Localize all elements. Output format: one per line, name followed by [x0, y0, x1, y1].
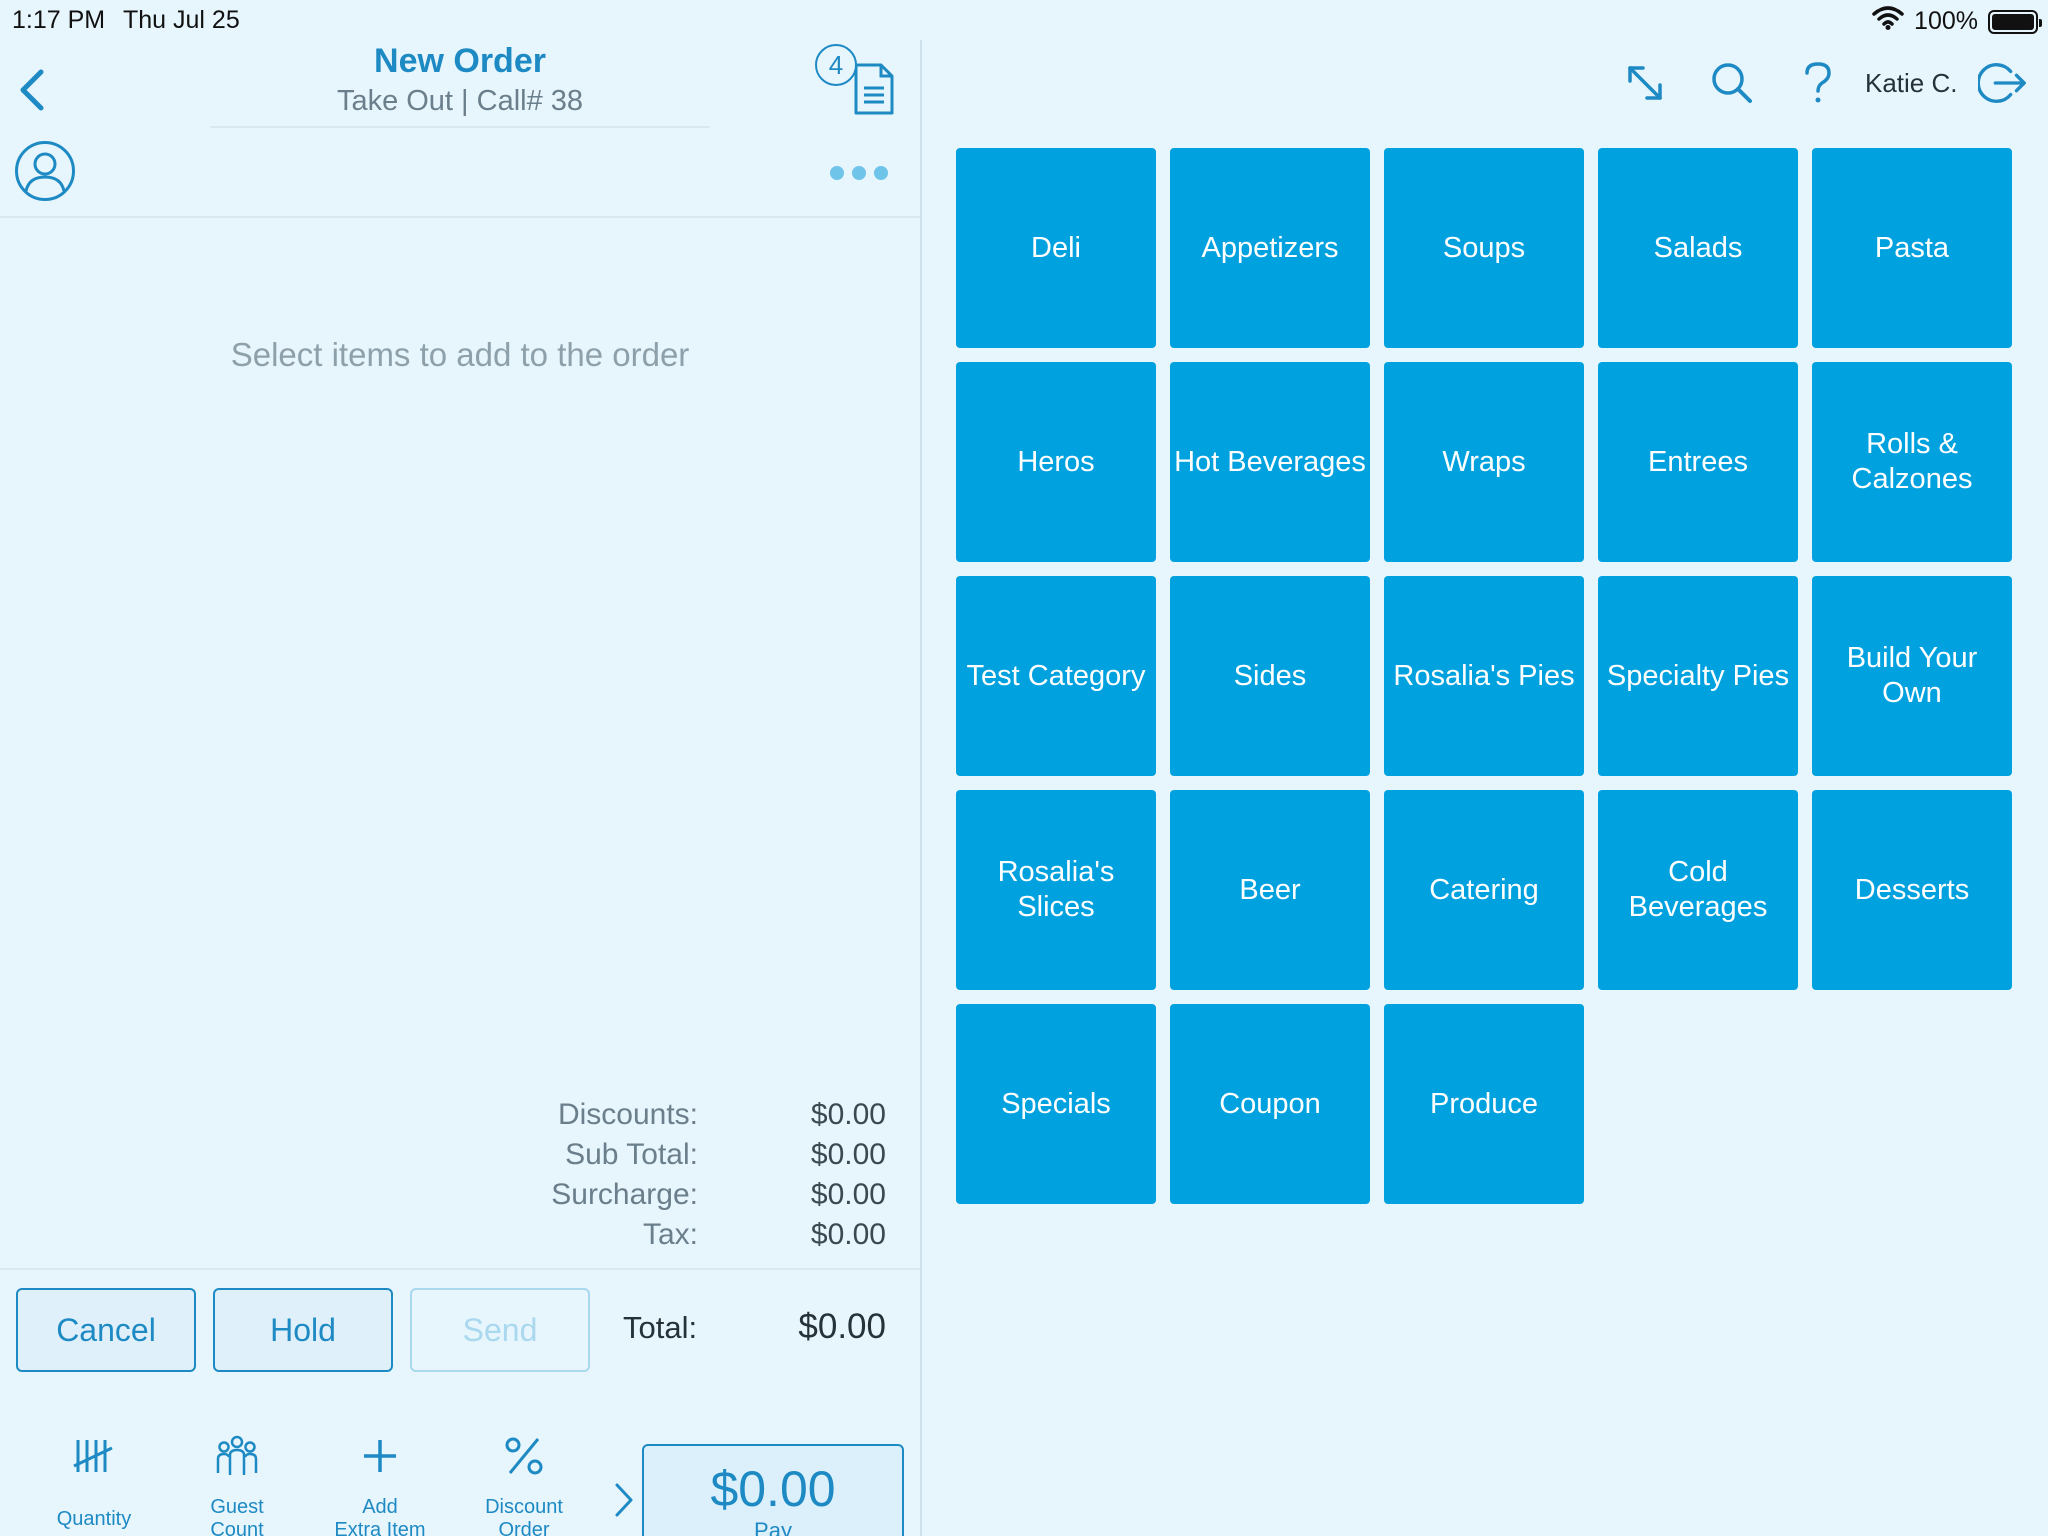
order-header: New Order Take Out | Call# 38: [210, 40, 710, 128]
logout-icon: [1978, 63, 2026, 103]
search-icon: [1712, 63, 1752, 103]
battery-icon: [1988, 9, 2042, 34]
summary-value: $0.00: [810, 1138, 886, 1171]
guest-count-label-1: Guest: [210, 1496, 264, 1518]
help-icon: [1805, 62, 1831, 103]
chevron-right-icon: [615, 1483, 633, 1517]
divider: [0, 1268, 920, 1270]
logout-button[interactable]: [1978, 58, 2028, 108]
add-extra-label-2: Extra Item: [334, 1519, 426, 1536]
summary-discounts: Discounts: $0.00: [0, 1098, 920, 1138]
category-tile-appetizers[interactable]: Appetizers: [1170, 148, 1370, 348]
order-title: New Order: [374, 42, 546, 80]
category-tile-build-your-own[interactable]: Build Your Own: [1812, 576, 2012, 776]
pay-button[interactable]: $0.00 Pay: [642, 1444, 904, 1536]
category-tile-soups[interactable]: Soups: [1384, 148, 1584, 348]
category-tile-catering[interactable]: Catering: [1384, 790, 1584, 990]
hold-button[interactable]: Hold: [213, 1288, 393, 1372]
expand-button[interactable]: [1620, 58, 1670, 108]
order-panel: New Order Take Out | Call# 38 4 Select i…: [0, 40, 922, 1536]
plus-icon: [364, 1440, 396, 1472]
category-tile-cold-beverages[interactable]: Cold Beverages: [1598, 790, 1798, 990]
more-tools-button[interactable]: [612, 1480, 636, 1525]
category-tile-rosalias-pies[interactable]: Rosalia's Pies: [1384, 576, 1584, 776]
category-tile-specials[interactable]: Specials: [956, 1004, 1156, 1204]
open-orders-count: 4: [815, 44, 857, 86]
category-tile-salads[interactable]: Salads: [1598, 148, 1798, 348]
summary-label: Surcharge:: [551, 1178, 698, 1211]
open-orders-button[interactable]: 4: [815, 44, 895, 124]
category-tile-entrees[interactable]: Entrees: [1598, 362, 1798, 562]
category-grid: Deli Appetizers Soups Salads Pasta Heros…: [956, 148, 2014, 1208]
guest-count-button[interactable]: Guest Count: [177, 1416, 297, 1536]
discount-label-2: Order: [498, 1519, 550, 1536]
tally-icon: [73, 1440, 113, 1472]
pay-label: Pay: [754, 1518, 792, 1536]
category-tile-heros[interactable]: Heros: [956, 362, 1156, 562]
status-bar: 1:17 PM Thu Jul 25 100%: [0, 0, 2048, 40]
category-tile-rolls-calzones[interactable]: Rolls & Calzones: [1812, 362, 2012, 562]
summary-label: Tax:: [642, 1218, 698, 1251]
status-date: Thu Jul 25: [123, 6, 240, 34]
category-tile-hot-beverages[interactable]: Hot Beverages: [1170, 362, 1370, 562]
user-name[interactable]: Katie C.: [1865, 68, 1958, 99]
empty-order-message: Select items to add to the order: [230, 336, 690, 373]
back-button[interactable]: [12, 60, 52, 120]
total-label: Total:: [623, 1310, 698, 1345]
chevron-left-icon: [20, 69, 44, 111]
summary-tax: Tax: $0.00: [0, 1218, 920, 1258]
send-button[interactable]: Send: [410, 1288, 590, 1372]
category-tile-pasta[interactable]: Pasta: [1812, 148, 2012, 348]
category-tile-rosalias-slices[interactable]: Rosalia's Slices: [956, 790, 1156, 990]
quantity-label: Quantity: [56, 1508, 132, 1530]
category-tile-test-category[interactable]: Test Category: [956, 576, 1156, 776]
category-tile-sides[interactable]: Sides: [1170, 576, 1370, 776]
summary-value: $0.00: [810, 1178, 886, 1211]
document-icon: [854, 63, 894, 115]
percent-icon: [505, 1437, 543, 1475]
guests-icon: [216, 1435, 258, 1475]
summary-surcharge: Surcharge: $0.00: [0, 1178, 920, 1218]
category-tile-coupon[interactable]: Coupon: [1170, 1004, 1370, 1204]
summary-subtotal: Sub Total: $0.00: [0, 1138, 920, 1178]
expand-icon: [1628, 66, 1662, 100]
category-tile-desserts[interactable]: Desserts: [1812, 790, 2012, 990]
cancel-button[interactable]: Cancel: [16, 1288, 196, 1372]
search-button[interactable]: [1707, 58, 1757, 108]
discount-label-1: Discount: [485, 1496, 563, 1518]
status-right: 100%: [1872, 6, 2042, 37]
category-tile-produce[interactable]: Produce: [1384, 1004, 1584, 1204]
more-dots-icon[interactable]: [830, 158, 900, 188]
battery-percent: 100%: [1914, 7, 1978, 35]
total-value: $0.00: [798, 1307, 886, 1346]
add-extra-item-button[interactable]: Add Extra Item: [320, 1416, 440, 1536]
add-extra-label-1: Add: [362, 1496, 398, 1518]
summary-label: Discounts:: [557, 1098, 698, 1131]
category-tile-beer[interactable]: Beer: [1170, 790, 1370, 990]
category-tile-deli[interactable]: Deli: [956, 148, 1156, 348]
wifi-icon: [1872, 6, 1904, 37]
pay-amount: $0.00: [710, 1461, 836, 1517]
discount-order-button[interactable]: Discount Order: [464, 1416, 584, 1536]
status-time: 1:17 PM: [12, 6, 106, 34]
user-circle-icon: [15, 141, 75, 201]
order-subtitle: Take Out | Call# 38: [336, 85, 584, 117]
category-tile-wraps[interactable]: Wraps: [1384, 362, 1584, 562]
category-tile-specialty-pies[interactable]: Specialty Pies: [1598, 576, 1798, 776]
summary-label: Sub Total:: [565, 1138, 698, 1171]
help-button[interactable]: [1793, 58, 1843, 108]
guest-count-label-2: Count: [210, 1519, 264, 1536]
quantity-button[interactable]: Quantity: [34, 1416, 154, 1536]
customer-button[interactable]: [14, 140, 76, 202]
summary-value: $0.00: [810, 1098, 886, 1131]
summary-value: $0.00: [810, 1218, 886, 1251]
